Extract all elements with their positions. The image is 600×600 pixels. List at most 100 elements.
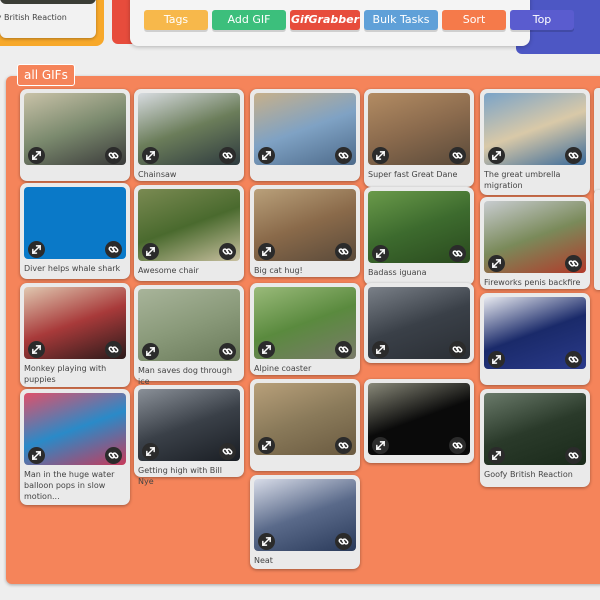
expand-button[interactable] (258, 341, 275, 358)
copy-link-button[interactable] (219, 443, 236, 460)
gif-card[interactable]: Neat (250, 475, 360, 569)
expand-button[interactable] (372, 245, 389, 262)
link-icon (222, 448, 233, 455)
expand-button[interactable] (372, 147, 389, 164)
expand-button[interactable] (142, 343, 159, 360)
link-icon (222, 248, 233, 255)
gif-card[interactable]: Alpine coaster (250, 283, 360, 375)
expand-button[interactable] (28, 241, 45, 258)
expand-button[interactable] (488, 147, 505, 164)
copy-link-button[interactable] (105, 447, 122, 464)
link-icon (452, 442, 463, 449)
expand-button[interactable] (488, 351, 505, 368)
gif-card[interactable]: Monkey playing with puppies (20, 283, 130, 387)
gif-caption: Man in the huge water balloon pops in sl… (24, 470, 115, 501)
top-button[interactable]: Top (510, 10, 574, 30)
expand-icon (376, 345, 385, 354)
bulk-tasks-button[interactable]: Bulk Tasks (364, 10, 438, 30)
copy-link-button[interactable] (335, 147, 352, 164)
gif-caption: Fireworks penis backfire (484, 278, 581, 287)
gif-caption: Monkey playing with puppies (24, 364, 107, 384)
expand-button[interactable] (28, 147, 45, 164)
copy-link-button[interactable] (219, 343, 236, 360)
gifgrabber-button[interactable]: GifGrabber (290, 10, 360, 30)
expand-button[interactable] (372, 341, 389, 358)
gif-card[interactable] (250, 89, 360, 181)
copy-link-button[interactable] (565, 447, 582, 464)
copy-link-button[interactable] (449, 245, 466, 262)
copy-link-button[interactable] (449, 437, 466, 454)
expand-button[interactable] (488, 447, 505, 464)
copy-link-button[interactable] (449, 341, 466, 358)
link-icon (338, 538, 349, 545)
previous-gif-card[interactable]: fy British Reaction (0, 0, 104, 46)
expand-icon (376, 441, 385, 450)
gif-card[interactable]: Diver helps whale shark (20, 183, 130, 279)
copy-link-button[interactable] (449, 147, 466, 164)
gif-caption: Chainsaw (138, 170, 177, 179)
expand-button[interactable] (258, 437, 275, 454)
expand-icon (262, 441, 271, 450)
gif-card[interactable]: Getting high with Bill Nye (134, 385, 244, 486)
expand-icon (32, 451, 41, 460)
expand-button[interactable] (372, 437, 389, 454)
expand-icon (376, 151, 385, 160)
link-icon (568, 356, 579, 363)
copy-link-button[interactable] (105, 147, 122, 164)
gif-card[interactable]: Big cat hug! (250, 185, 360, 277)
copy-link-button[interactable] (105, 241, 122, 258)
gif-card[interactable]: Fireworks penis backfire (480, 197, 590, 289)
expand-button[interactable] (258, 147, 275, 164)
link-icon (108, 346, 119, 353)
gif-card[interactable]: Goofy British Reaction (480, 389, 590, 487)
copy-link-button[interactable] (335, 243, 352, 260)
previous-gif-caption: fy British Reaction (0, 13, 67, 22)
expand-button[interactable] (258, 533, 275, 550)
expand-button[interactable] (258, 243, 275, 260)
previous-gif-card-body: fy British Reaction (0, 0, 96, 38)
copy-link-button[interactable] (335, 341, 352, 358)
gif-card[interactable]: Man saves dog through ice (134, 285, 244, 386)
gif-card[interactable]: Super fast Great Dane (364, 89, 474, 187)
expand-button[interactable] (142, 147, 159, 164)
expand-icon (146, 447, 155, 456)
gif-card[interactable]: Chainsaw (134, 89, 244, 181)
toolbar: Tags Add GIF GifGrabber Bulk Tasks Sort … (130, 0, 574, 46)
copy-link-button[interactable] (219, 147, 236, 164)
expand-button[interactable] (142, 243, 159, 260)
gif-card[interactable]: Awesome chair (134, 185, 244, 281)
gif-card[interactable]: Man in the huge water balloon pops in sl… (20, 389, 130, 505)
link-icon (222, 348, 233, 355)
tags-button[interactable]: Tags (144, 10, 208, 30)
expand-button[interactable] (488, 255, 505, 272)
offscreen-gif-card[interactable] (594, 190, 600, 290)
sort-button[interactable]: Sort (442, 10, 506, 30)
expand-button[interactable] (142, 443, 159, 460)
gif-card[interactable] (364, 283, 474, 363)
copy-link-button[interactable] (565, 351, 582, 368)
offscreen-gif-card[interactable] (594, 88, 600, 194)
previous-gif-thumbnail (0, 0, 96, 4)
section-label: all GIFs (17, 64, 75, 86)
gif-card[interactable] (250, 379, 360, 471)
add-gif-button[interactable]: Add GIF (212, 10, 286, 30)
copy-link-button[interactable] (219, 243, 236, 260)
expand-icon (492, 259, 501, 268)
gif-card[interactable]: Badass iguana (364, 187, 474, 285)
copy-link-button[interactable] (105, 341, 122, 358)
expand-icon (492, 355, 501, 364)
copy-link-button[interactable] (335, 533, 352, 550)
gif-caption: Super fast Great Dane (368, 170, 458, 179)
gif-card[interactable] (20, 89, 130, 181)
copy-link-button[interactable] (335, 437, 352, 454)
gif-card[interactable] (480, 293, 590, 385)
gif-card[interactable]: The great umbrella migration (480, 89, 590, 195)
gif-caption: Goofy British Reaction (484, 470, 573, 479)
link-icon (568, 152, 579, 159)
copy-link-button[interactable] (565, 255, 582, 272)
copy-link-button[interactable] (565, 147, 582, 164)
expand-button[interactable] (28, 447, 45, 464)
expand-icon (262, 537, 271, 546)
expand-button[interactable] (28, 341, 45, 358)
gif-card[interactable] (364, 379, 474, 463)
